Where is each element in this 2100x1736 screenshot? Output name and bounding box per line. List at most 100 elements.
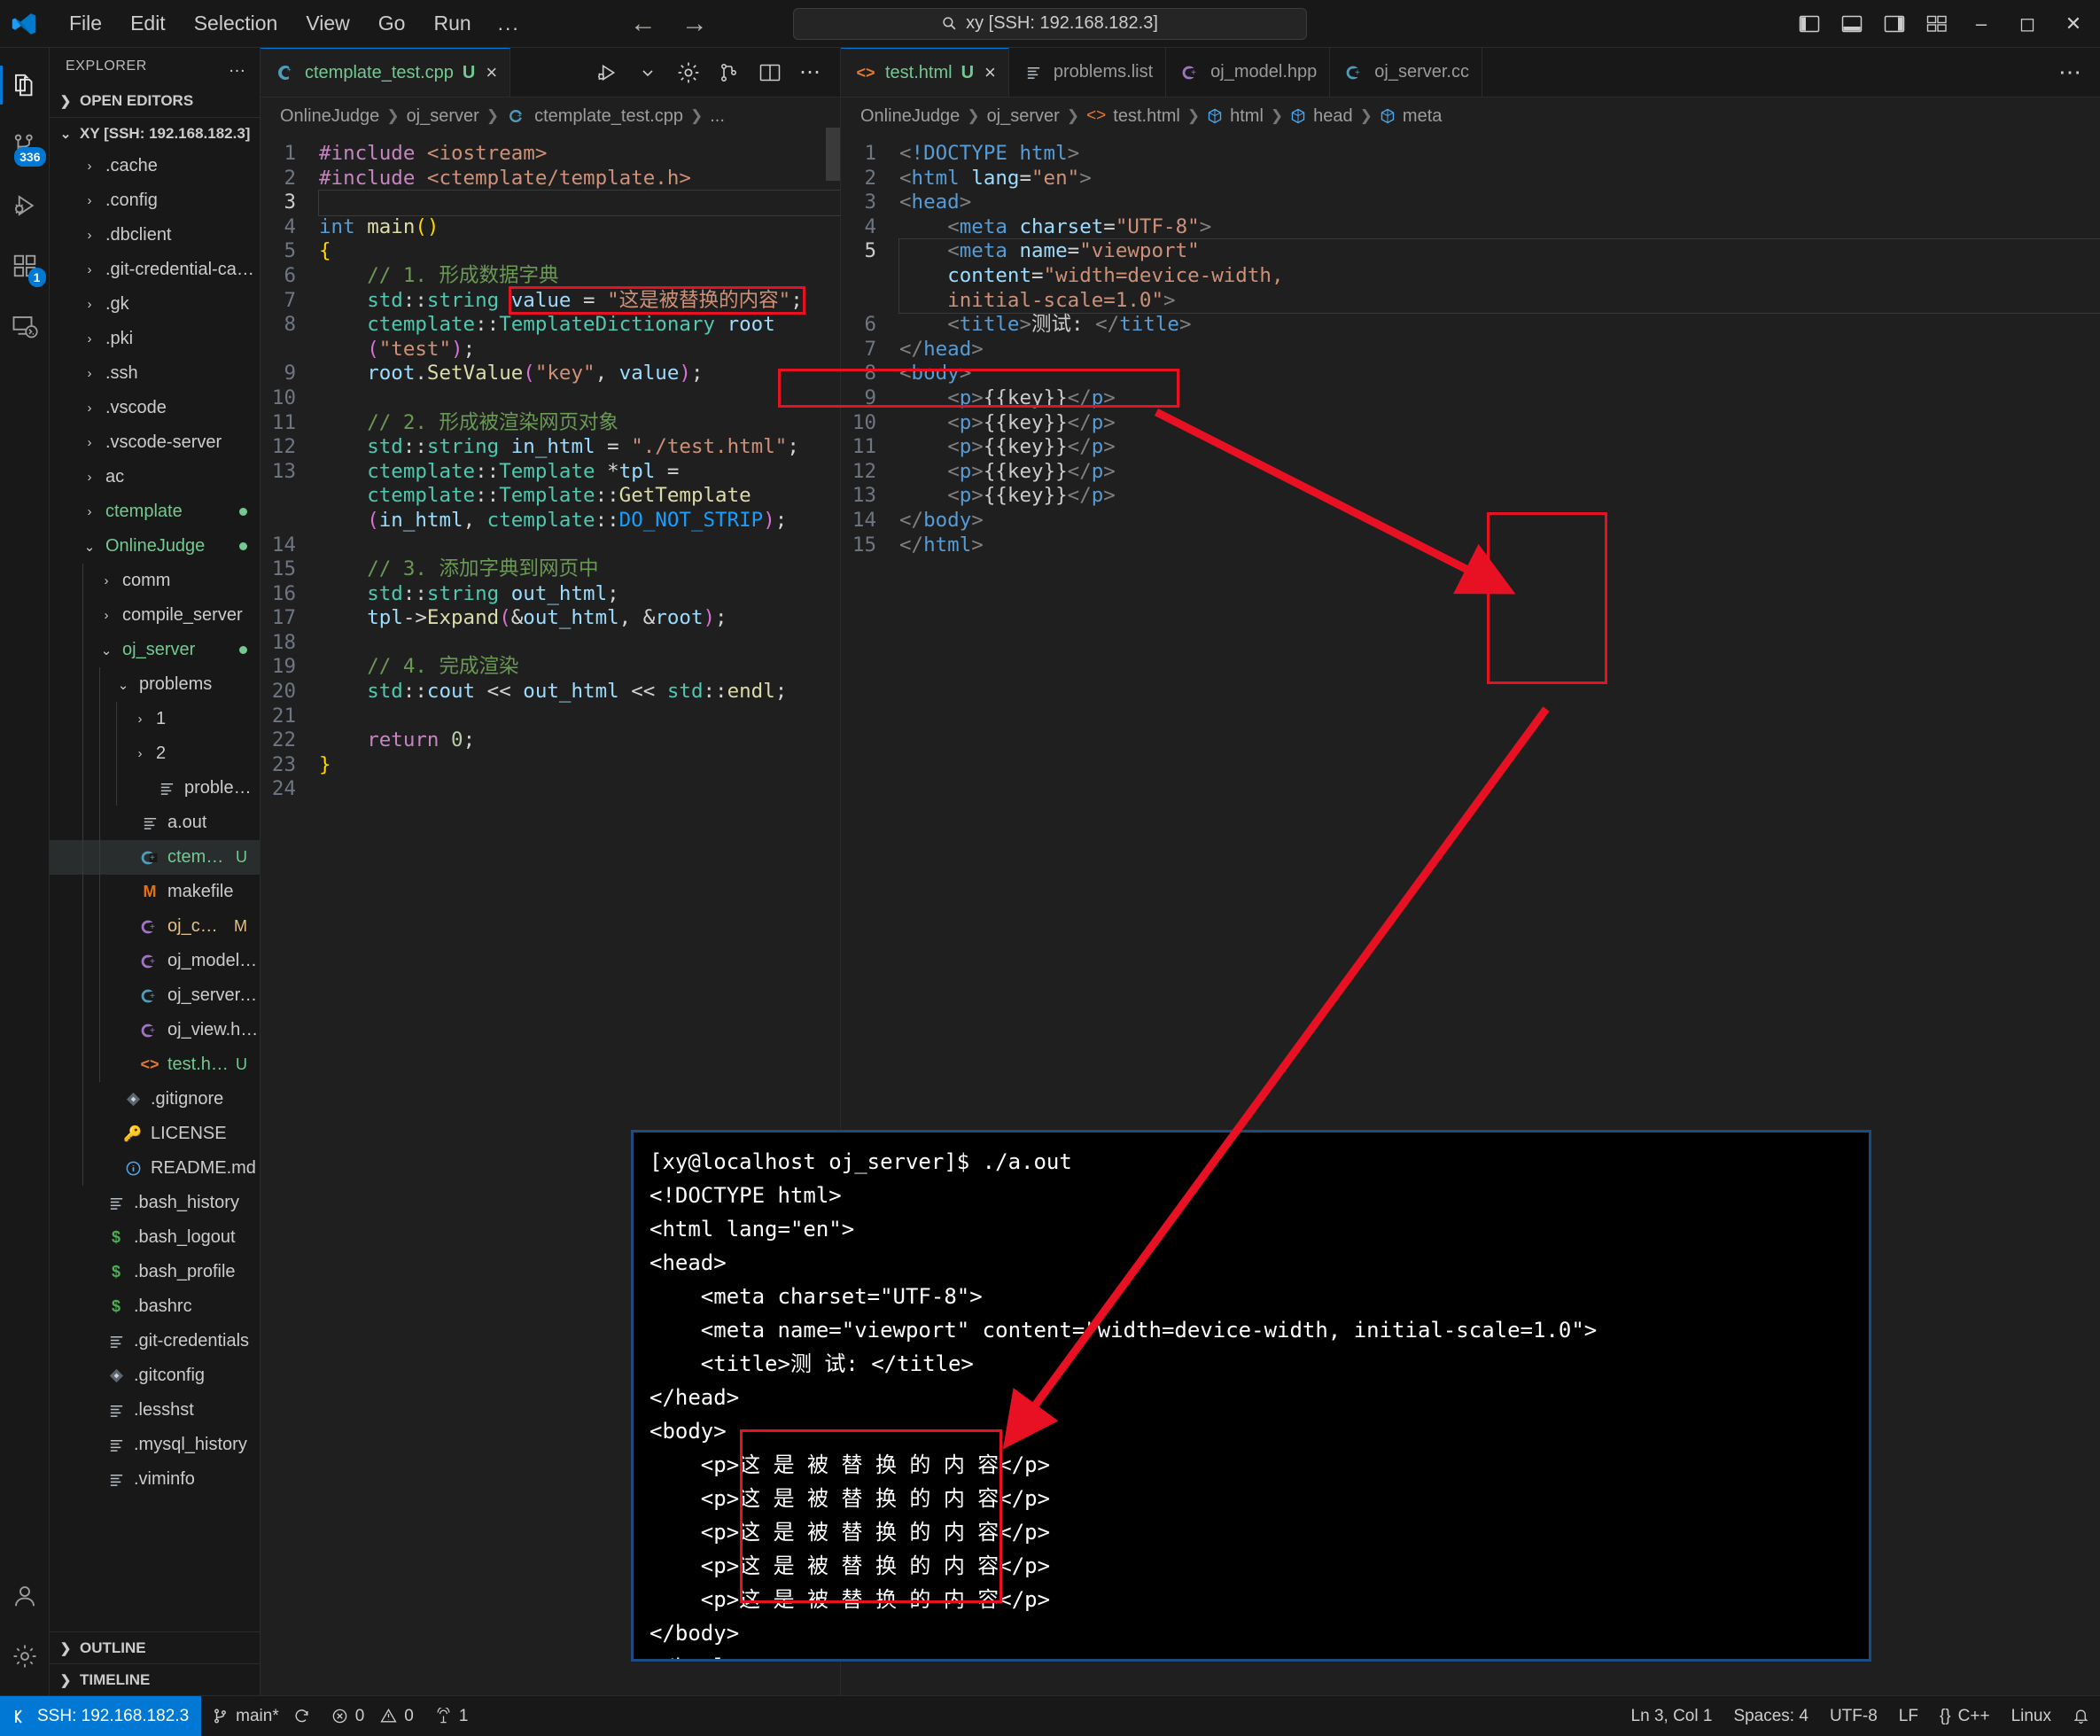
breadcrumb-item[interactable]: ... [710,106,725,127]
chevron-right-icon[interactable]: › [81,159,98,174]
menu-selection[interactable]: Selection [180,6,292,41]
tree-file-gitconfig[interactable]: .gitconfig [50,1358,260,1393]
status-branch[interactable]: main* [201,1696,321,1736]
command-center[interactable]: xy [SSH: 192.168.182.3] [793,8,1307,40]
tree-folder-git-credential-cache[interactable]: ›.git-credential-cache [50,253,260,287]
editor-scrollbar[interactable] [826,128,840,181]
tree-file-viminfo[interactable]: .viminfo [50,1462,260,1497]
tree-folder-pki[interactable]: ›.pki [50,322,260,356]
code-text[interactable]: // 1. 形成数据字典 [319,264,840,289]
chevron-right-icon[interactable]: › [97,608,115,623]
run-and-debug-icon[interactable] [588,54,626,91]
tree-folder-vscode-server[interactable]: ›.vscode-server [50,425,260,460]
tree-folder-ac[interactable]: ›ac [50,460,260,494]
tree-file-test-html[interactable]: <>test.htmlU [50,1047,260,1082]
status-ports[interactable]: 1 [424,1696,479,1736]
code-text[interactable]: return 0; [319,728,840,753]
code-text[interactable]: <p>{{key}}</p> [899,484,2100,509]
tree-folder-problems[interactable]: ⌄problems [50,667,260,702]
chevron-down-icon[interactable]: ⌄ [97,642,115,658]
code-text[interactable]: std::string in_html = "./test.html"; [319,435,840,460]
sidebar-section-outline[interactable]: ❯ OUTLINE [50,1631,260,1663]
chevron-right-icon[interactable]: › [81,297,98,312]
close-icon[interactable]: × [984,61,996,84]
tree-folder-dbclient[interactable]: ›.dbclient [50,218,260,253]
toggle-secondary-sidebar-icon[interactable] [1873,6,1916,42]
tree-folder-compile-server[interactable]: ›compile_server [50,598,260,633]
menu-go[interactable]: Go [364,6,420,41]
breadcrumb-item[interactable]: OnlineJudge [860,106,960,127]
status-encoding[interactable]: UTF-8 [1819,1696,1888,1736]
code-text[interactable]: ctemplate::Template *tpl = ctemplate::Te… [319,460,840,533]
menu-file[interactable]: File [55,6,116,41]
tree-folder-cache[interactable]: ›.cache [50,149,260,183]
chevron-right-icon[interactable]: › [81,435,98,450]
tree-file-a-out[interactable]: a.out [50,806,260,840]
close-icon[interactable]: × [486,61,497,84]
code-text[interactable]: </head> [899,338,2100,362]
sidebar-section-workspace[interactable]: ⌄ XY [SSH: 192.168.182.3] [50,117,260,149]
tree-file-mysql-history[interactable]: .mysql_history [50,1428,260,1462]
tree-file-makefile[interactable]: Mmakefile [50,875,260,909]
code-text[interactable]: } [319,753,840,778]
tree-file-oj-server-cc[interactable]: +oj_server.cc [50,978,260,1013]
chevron-right-icon[interactable]: › [131,712,149,727]
tree-folder-gk[interactable]: ›.gk [50,287,260,322]
code-text[interactable]: // 4. 完成渲染 [319,655,840,680]
tree-folder-oj-server[interactable]: ⌄oj_server [50,633,260,667]
code-text[interactable]: <p>{{key}}</p> [899,460,2100,485]
window-minimize-button[interactable]: – [1958,0,2004,48]
more-actions-icon[interactable]: ⋯ [792,54,829,91]
code-text[interactable]: // 3. 添加字典到网页中 [319,557,840,582]
code-text[interactable]: <title>测试: </title> [899,313,2100,338]
chevron-down-icon[interactable]: ⌄ [114,677,132,693]
code-text[interactable]: ctemplate::TemplateDictionary root ("tes… [319,313,840,362]
chevron-down-icon[interactable]: ⌄ [81,539,98,555]
tree-file-gitignore[interactable]: .gitignore [50,1082,260,1117]
code-text[interactable] [319,705,840,729]
status-platform[interactable]: Linux [2001,1696,2062,1736]
tree-file-oj-view-hpp[interactable]: +oj_view.hpp [50,1013,260,1047]
tree-folder-2[interactable]: ›2 [50,736,260,771]
menu-run[interactable]: Run [419,6,485,41]
code-text[interactable]: <body> [899,362,2100,386]
tree-folder-vscode[interactable]: ›.vscode [50,391,260,425]
activitybar-item-extensions[interactable]: 1 [0,236,50,296]
breadcrumb-item[interactable]: oj_server [407,106,479,127]
tab-ctemplate-test-cpp[interactable]: + ctemplate_test.cpp U × [261,48,510,97]
tree-folder-comm[interactable]: ›comm [50,564,260,598]
breadcrumb-item[interactable]: oj_server [987,106,1060,127]
breadcrumb-item[interactable]: test.html [1113,106,1180,127]
tab-problems-list[interactable]: problems.list [1009,48,1166,97]
code-text[interactable]: tpl->Expand(&out_html, &root); [319,606,840,631]
code-text[interactable]: std::string out_html; [319,582,840,607]
chevron-right-icon[interactable]: › [97,573,115,588]
tree-file-oj-control-hpp[interactable]: +oj_control.hppM [50,909,260,944]
activitybar-item-manage-gear-icon[interactable] [0,1626,50,1686]
breadcrumb-item[interactable]: ctemplate_test.cpp [534,106,683,127]
settings-gear-icon[interactable] [670,54,707,91]
activitybar-item-run-and-debug[interactable] [0,175,50,236]
status-language-mode[interactable]: {} C++ [1929,1696,2001,1736]
menu-view[interactable]: View [292,6,363,41]
code-text[interactable]: <meta name="viewport" content="width=dev… [899,239,2100,313]
activitybar-item-explorer[interactable] [0,55,50,115]
tab-oj-server-cc[interactable]: +oj_server.cc [1330,48,1482,97]
breadcrumb-item[interactable]: OnlineJudge [280,106,379,127]
code-text[interactable] [319,533,840,558]
chevron-right-icon[interactable]: › [81,504,98,519]
menu-more[interactable]: ... [486,6,533,41]
split-editor-icon[interactable] [751,54,789,91]
code-text[interactable] [319,777,840,802]
tree-file-ctemplate-test-cpp[interactable]: +ctemplate_test.cppU [50,840,260,875]
code-text[interactable]: #include <ctemplate/template.h> [319,167,840,191]
tree-folder-ssh[interactable]: ›.ssh [50,356,260,391]
file-tree[interactable]: ›.cache›.config›.dbclient›.git-credentia… [50,149,260,1631]
code-text[interactable] [319,191,840,215]
activitybar-item-remote-explorer[interactable] [0,296,50,356]
code-text[interactable]: { [319,239,840,264]
chevron-right-icon[interactable]: › [131,746,149,761]
source-control-compare-icon[interactable] [711,54,748,91]
code-text[interactable]: <p>{{key}}</p> [899,386,2100,411]
tab-oj-model-hpp[interactable]: +oj_model.hpp [1166,48,1330,97]
